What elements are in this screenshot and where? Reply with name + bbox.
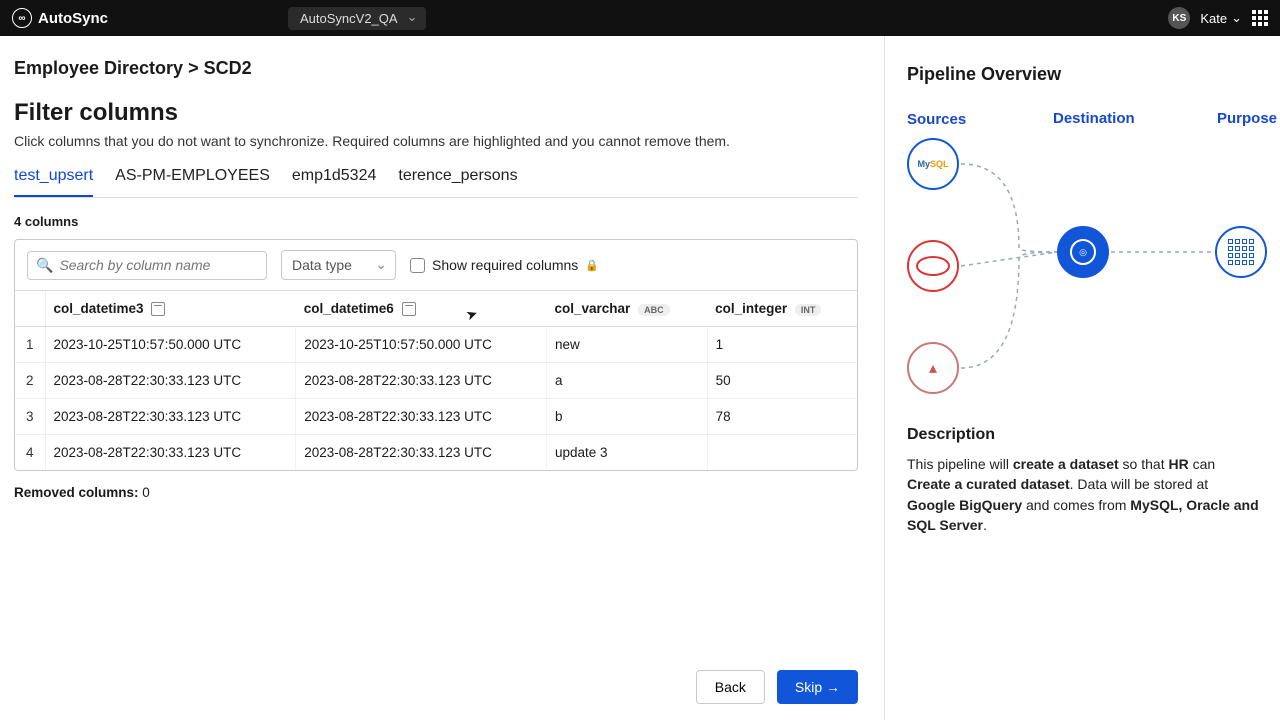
avatar[interactable]: KS — [1168, 7, 1190, 29]
calendar-icon — [151, 302, 165, 316]
type-badge: ABC — [638, 304, 670, 316]
purpose-node[interactable] — [1215, 226, 1267, 278]
logo-icon: ∞ — [12, 8, 32, 28]
skip-button[interactable]: Skip → — [777, 670, 858, 704]
column-header-datetime3[interactable]: col_datetime3 — [45, 291, 296, 327]
page-title: Filter columns — [14, 99, 858, 127]
destination-label: Destination — [1053, 110, 1135, 127]
row-number-header — [15, 291, 45, 327]
back-button[interactable]: Back — [696, 670, 765, 704]
checkbox-icon — [410, 258, 425, 273]
table-tabs: test_upsert AS-PM-EMPLOYEES emp1d5324 te… — [14, 167, 858, 198]
dataset-icon — [1228, 239, 1254, 265]
destination-node[interactable]: ◎ — [1057, 226, 1109, 278]
environment-selector[interactable]: AutoSyncV2_QA — [288, 7, 426, 30]
table-row: 1 2023-10-25T10:57:50.000 UTC 2023-10-25… — [15, 327, 857, 363]
datatype-filter[interactable]: Data type — [281, 250, 396, 280]
tab-emp1d5324[interactable]: emp1d5324 — [292, 167, 377, 197]
column-header-datetime6[interactable]: col_datetime6 — [296, 291, 547, 327]
user-menu[interactable]: Kate ⌄ — [1200, 10, 1242, 26]
search-icon: 🔍 — [36, 257, 53, 274]
search-input-wrap[interactable]: 🔍 — [27, 251, 267, 280]
environment-name: AutoSyncV2_QA — [300, 11, 398, 26]
type-badge: INT — [795, 304, 822, 316]
apps-grid-icon[interactable] — [1252, 10, 1268, 26]
source-node-oracle[interactable] — [907, 240, 959, 292]
page-subtitle: Click columns that you do not want to sy… — [14, 133, 858, 149]
app-logo[interactable]: ∞ AutoSync — [12, 8, 108, 28]
source-node-mysql[interactable]: MySQL — [907, 138, 959, 190]
top-bar: ∞ AutoSync AutoSyncV2_QA KS Kate ⌄ — [0, 0, 1280, 36]
table-row: 3 2023-08-28T22:30:33.123 UTC 2023-08-28… — [15, 399, 857, 435]
removed-columns-label: Removed columns: 0 — [14, 485, 858, 500]
table-row: 4 2023-08-28T22:30:33.123 UTC 2023-08-28… — [15, 435, 857, 471]
table-row: 2 2023-08-28T22:30:33.123 UTC 2023-08-28… — [15, 363, 857, 399]
tab-test-upsert[interactable]: test_upsert — [14, 167, 93, 197]
bigquery-icon: ◎ — [1070, 239, 1096, 265]
description-title: Description — [907, 426, 1260, 444]
tab-as-pm-employees[interactable]: AS-PM-EMPLOYEES — [115, 167, 270, 197]
column-header-integer[interactable]: col_integer INT — [707, 291, 857, 327]
lock-icon: 🔒 — [585, 259, 599, 272]
purpose-label: Purpose — [1217, 110, 1277, 127]
pipeline-diagram: Destination Purpose MySQL ▴ ◎ — [907, 138, 1260, 418]
description-body: This pipeline will create a dataset so t… — [907, 454, 1260, 535]
column-count: 4 columns — [14, 214, 858, 229]
overview-title: Pipeline Overview — [907, 64, 1260, 85]
search-input[interactable] — [59, 257, 258, 273]
datatype-label: Data type — [292, 257, 352, 273]
column-header-varchar[interactable]: col_varchar ABC — [547, 291, 708, 327]
tab-terence-persons[interactable]: terence_persons — [398, 167, 517, 197]
show-required-label: Show required columns — [432, 257, 578, 273]
user-name-label: Kate — [1200, 11, 1227, 26]
source-node-sqlserver[interactable]: ▴ — [907, 342, 959, 394]
app-name: AutoSync — [38, 10, 108, 27]
show-required-toggle[interactable]: Show required columns 🔒 — [410, 257, 599, 273]
chevron-down-icon: ⌄ — [1231, 10, 1242, 26]
calendar-icon — [402, 302, 416, 316]
columns-table: 🔍 Data type Show required columns 🔒 ➤ — [14, 239, 858, 471]
breadcrumb[interactable]: Employee Directory > SCD2 — [14, 58, 858, 79]
